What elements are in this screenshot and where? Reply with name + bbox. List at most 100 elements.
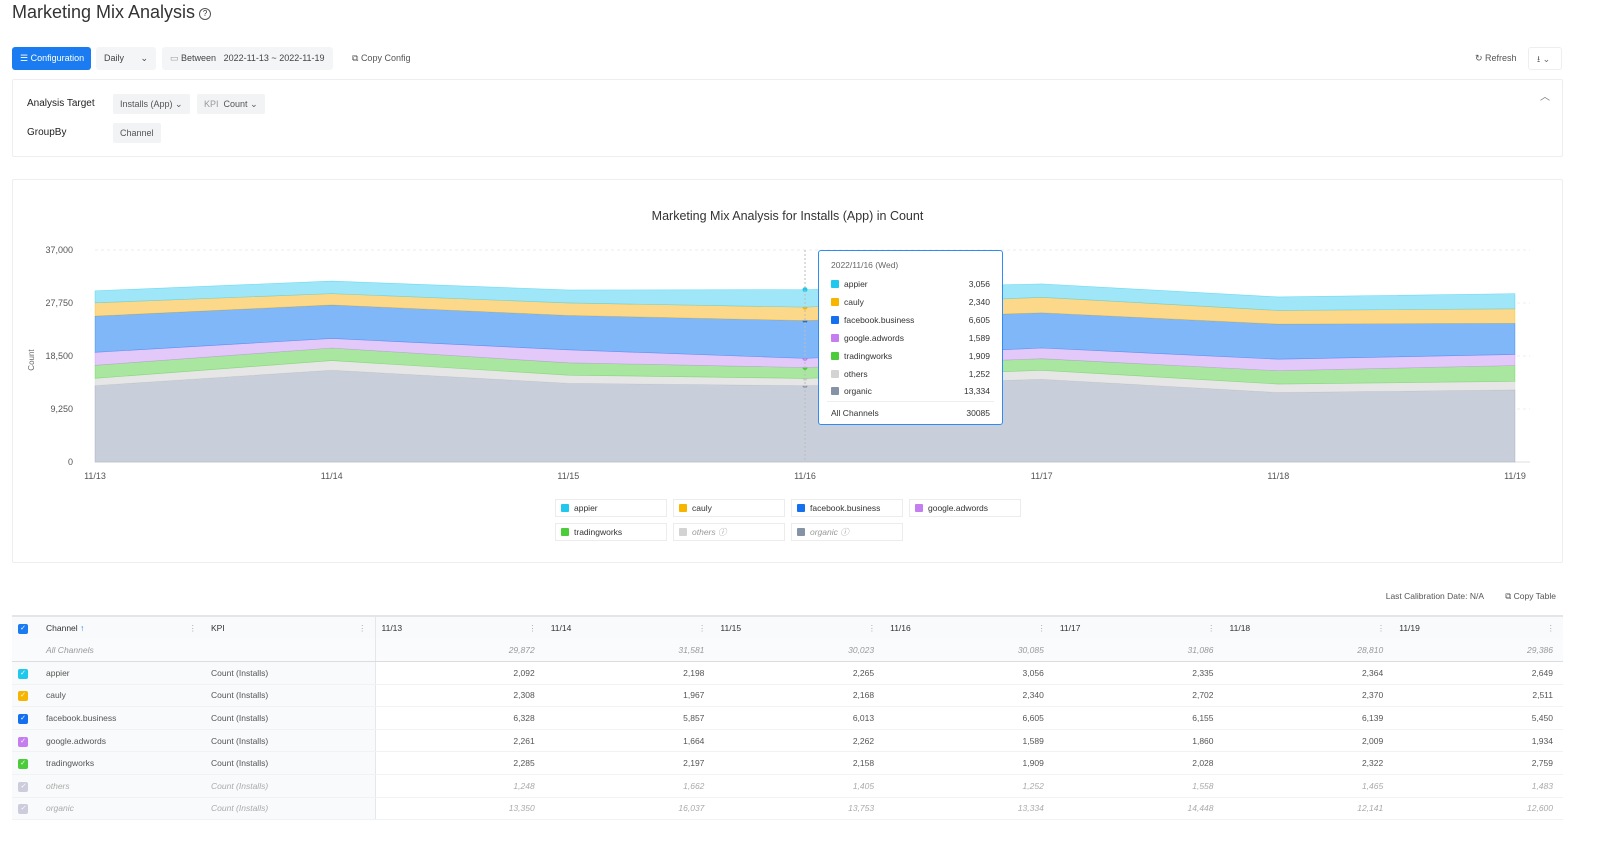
legend-item-google-adwords[interactable]: google.adwords xyxy=(909,499,1021,517)
column-menu-icon[interactable]: ⋮ xyxy=(528,623,537,634)
configuration-button[interactable]: ☰ Configuration xyxy=(12,47,91,70)
column-header[interactable]: 11/15 ⋮ xyxy=(714,615,885,639)
table-row: ✓ others Count (Installs) 1,248 1,662 1,405 1,… xyxy=(12,774,1563,798)
download-icon: ⭳ ⌄ xyxy=(1537,54,1551,64)
row-checkbox[interactable]: ✓ xyxy=(18,691,28,702)
info-icon: ⓘ xyxy=(718,527,727,537)
page-title: Marketing Mix Analysis? xyxy=(12,2,212,23)
tooltip-date: 2022/11/16 (Wed) xyxy=(831,260,899,270)
column-menu-icon[interactable]: ⋮ xyxy=(698,623,707,634)
y-tick-label: 37,000 xyxy=(45,245,73,255)
sort-asc-icon[interactable]: ↑ xyxy=(80,623,84,633)
legend-swatch xyxy=(679,528,687,536)
table-row: ✓ facebook.business Count (Installs) 6,328 5… xyxy=(12,706,1563,730)
tooltip-row: appier 3,056 xyxy=(831,277,990,291)
column-menu-icon[interactable]: ⋮ xyxy=(358,623,367,634)
copy-table-button[interactable]: ⧉ Copy Table xyxy=(1505,591,1556,602)
tooltip-row: cauly 2,340 xyxy=(831,295,990,309)
column-menu-icon[interactable]: ⋮ xyxy=(1547,623,1556,634)
table-row-all-channels: All Channels 29,872 31,581 30,023 30,085 31,0… xyxy=(12,639,1563,663)
legend-swatch xyxy=(797,504,805,512)
column-header[interactable]: 11/13 ⋮ xyxy=(375,615,545,639)
groupby-chip[interactable]: Channel xyxy=(113,123,161,143)
refresh-button[interactable]: ↻ Refresh xyxy=(1467,47,1525,70)
column-menu-icon[interactable]: ⋮ xyxy=(1037,623,1046,634)
tooltip-row: google.adwords 1,589 xyxy=(831,331,990,345)
download-button[interactable]: ⭳ ⌄ xyxy=(1528,47,1562,70)
granularity-select[interactable]: Daily ⌄ xyxy=(96,47,156,70)
legend-item-cauly[interactable]: cauly xyxy=(673,499,785,517)
y-tick-label: 27,750 xyxy=(45,298,73,308)
copy-config-button[interactable]: ⧉ Copy Config xyxy=(344,47,418,70)
select-all-checkbox[interactable]: ✓ xyxy=(12,615,40,639)
groupby-label: GroupBy xyxy=(27,127,67,138)
legend-item-others[interactable]: others ⓘ xyxy=(673,523,785,541)
column-header[interactable]: 11/16 ⋮ xyxy=(884,615,1054,639)
column-header[interactable]: Channel ↑ ⋮ xyxy=(40,615,205,639)
y-tick-label: 0 xyxy=(68,457,73,467)
y-tick-label: 18,500 xyxy=(45,351,73,361)
tooltip-row: others 1,252 xyxy=(831,367,990,381)
column-menu-icon[interactable]: ⋮ xyxy=(1377,623,1386,634)
column-header[interactable]: 11/18 ⋮ xyxy=(1223,615,1394,639)
row-checkbox[interactable]: ✓ xyxy=(18,781,28,792)
row-checkbox[interactable]: ✓ xyxy=(18,714,28,725)
x-tick-label: 11/18 xyxy=(1267,471,1289,481)
collapse-icon[interactable]: ︿ xyxy=(1540,88,1550,103)
row-checkbox[interactable]: ✓ xyxy=(18,668,28,679)
legend-swatch xyxy=(797,528,805,536)
x-tick-label: 11/17 xyxy=(1031,471,1053,481)
chart-tooltip: 2022/11/16 (Wed) appier 3,056 cauly 2,340 fa… xyxy=(818,250,1003,425)
calibration-date: Last Calibration Date: N/A xyxy=(1385,591,1484,601)
tooltip-row: tradingworks 1,909 xyxy=(831,349,990,363)
x-tick-label: 11/16 xyxy=(794,471,816,481)
legend-swatch xyxy=(561,504,569,512)
y-tick-label: 9,250 xyxy=(50,404,73,414)
table-row: ✓ appier Count (Installs) 2,092 2,198 2,265 3,… xyxy=(12,661,1563,685)
column-header[interactable]: 11/19 ⋮ xyxy=(1393,615,1563,639)
legend-swatch xyxy=(915,504,923,512)
table-row: ✓ cauly Count (Installs) 2,308 1,967 2,168 2,3… xyxy=(12,684,1563,708)
legend-item-organic[interactable]: organic ⓘ xyxy=(791,523,903,541)
column-header[interactable]: 11/14 ⋮ xyxy=(544,615,715,639)
copy-icon: ⧉ xyxy=(352,53,361,63)
column-header[interactable]: KPI ⋮ xyxy=(205,615,376,639)
tooltip-total: All Channels 30085 xyxy=(831,408,990,418)
table-row: ✓ tradingworks Count (Installs) 2,285 2,197 2… xyxy=(12,751,1563,776)
date-range-picker[interactable]: ▭ Between 2022-11-13 ~ 2022-11-19 xyxy=(162,47,333,70)
copy-icon: ⧉ xyxy=(1505,591,1514,601)
chart-title: Marketing Mix Analysis for Installs (App… xyxy=(651,209,924,223)
config-panel: Analysis Target Installs (App) ⌄ KPI Cou… xyxy=(12,79,1563,157)
kpi-select[interactable]: KPI Count ⌄ xyxy=(197,94,265,114)
chevron-down-icon: ⌄ xyxy=(140,53,148,63)
row-checkbox[interactable]: ✓ xyxy=(18,736,28,747)
x-tick-label: 11/13 xyxy=(84,471,106,481)
legend-item-facebook-business[interactable]: facebook.business xyxy=(791,499,903,517)
info-icon: ⓘ xyxy=(840,527,849,537)
legend-item-appier[interactable]: appier xyxy=(555,499,667,517)
data-table: ✓ Channel ↑ ⋮ KPI ⋮ 11/13 ⋮ 11/14 ⋮ 11/15 ⋮ 11/16 ⋮ 1… xyxy=(12,615,1563,821)
column-menu-icon[interactable]: ⋮ xyxy=(1207,623,1216,634)
sliders-icon: ☰ xyxy=(20,53,31,63)
legend-swatch xyxy=(561,528,569,536)
x-tick-label: 11/14 xyxy=(321,471,343,481)
table-row: ✓ google.adwords Count (Installs) 2,261 1,66… xyxy=(12,729,1563,753)
column-menu-icon[interactable]: ⋮ xyxy=(189,623,198,634)
help-icon[interactable]: ? xyxy=(199,8,212,20)
column-header[interactable]: 11/17 ⋮ xyxy=(1053,615,1224,639)
y-axis-label: Count xyxy=(27,349,36,371)
legend-swatch xyxy=(679,504,687,512)
calendar-icon: ▭ xyxy=(170,53,182,63)
tooltip-row: facebook.business 6,605 xyxy=(831,313,990,327)
row-checkbox[interactable]: ✓ xyxy=(18,759,28,770)
tooltip-row: organic 13,334 xyxy=(831,384,990,398)
row-checkbox[interactable]: ✓ xyxy=(18,804,28,815)
column-menu-icon[interactable]: ⋮ xyxy=(868,623,877,634)
x-tick-label: 11/15 xyxy=(557,471,579,481)
refresh-icon: ↻ xyxy=(1475,53,1486,63)
target-select[interactable]: Installs (App) ⌄ xyxy=(113,94,190,114)
analysis-target-label: Analysis Target xyxy=(27,98,95,109)
x-tick-label: 11/19 xyxy=(1504,471,1526,481)
legend-item-tradingworks[interactable]: tradingworks xyxy=(555,523,667,541)
stacked-area-chart[interactable]: 0 9,250 18,500 27,750 37,000 Count 11/13 11/14 1… xyxy=(0,230,1600,490)
